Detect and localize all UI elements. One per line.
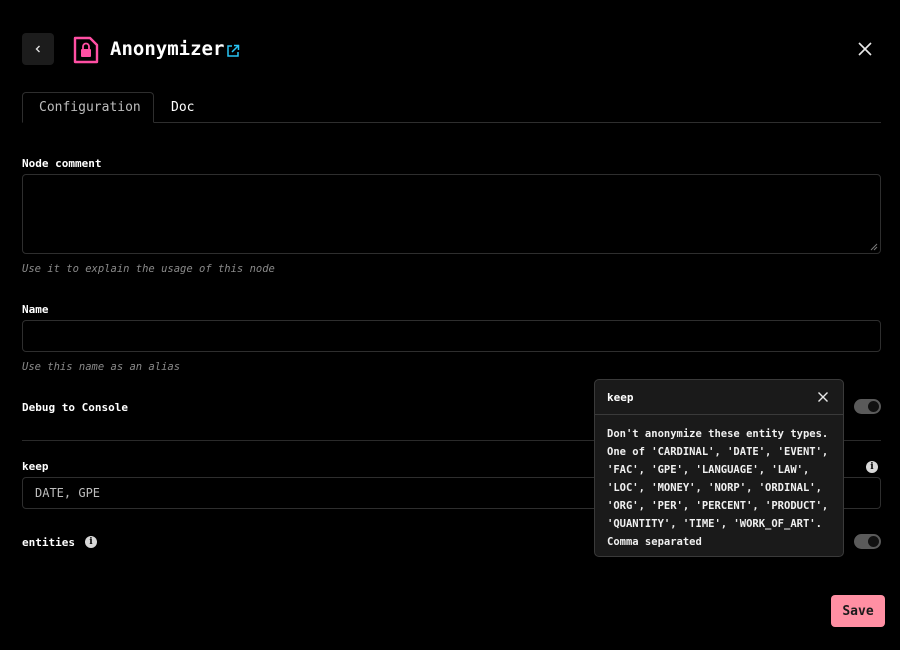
close-icon[interactable]: [856, 40, 874, 58]
save-button[interactable]: Save: [831, 595, 885, 627]
toggle-knob: [868, 536, 879, 547]
resize-handle-icon[interactable]: [870, 243, 878, 251]
tooltip-line: 'FAC', 'GPE', 'LANGUAGE', 'LAW',: [607, 464, 810, 476]
name-input[interactable]: [22, 320, 881, 352]
info-icon[interactable]: i: [866, 461, 878, 473]
tab-bar: Configuration Doc: [22, 92, 881, 123]
node-comment-label: Node comment: [22, 157, 102, 170]
tab-doc[interactable]: Doc: [155, 92, 210, 123]
node-comment-textarea[interactable]: [22, 174, 881, 254]
keep-label: keep: [22, 460, 49, 473]
debug-label: Debug to Console: [22, 401, 128, 414]
chevron-left-icon: [35, 45, 40, 53]
toggle-knob: [868, 401, 879, 412]
name-label: Name: [22, 303, 49, 316]
tooltip-body: Don't anonymize these entity types. One …: [595, 415, 843, 561]
entities-label: entities: [22, 536, 75, 549]
tooltip-line: Don't anonymize these entity types.: [607, 428, 829, 440]
tooltip-line: One of 'CARDINAL', 'DATE', 'EVENT',: [607, 446, 829, 458]
page-title: Anonymizer: [110, 38, 225, 60]
external-link-icon[interactable]: [226, 44, 240, 58]
tooltip-line: Comma separated: [607, 536, 702, 548]
back-button[interactable]: [22, 33, 54, 65]
tooltip-header: keep: [595, 380, 843, 415]
tooltip-line: 'ORG', 'PER', 'PERCENT', 'PRODUCT',: [607, 500, 829, 512]
name-hint: Use this name as an alias: [22, 361, 181, 373]
info-icon[interactable]: i: [85, 536, 97, 548]
tooltip-title: keep: [607, 390, 634, 404]
lock-document-icon: [73, 36, 99, 64]
debug-toggle[interactable]: [854, 399, 881, 414]
tooltip-line: 'QUANTITY', 'TIME', 'WORK_OF_ART'.: [607, 518, 822, 530]
tooltip-line: 'LOC', 'MONEY', 'NORP', 'ORDINAL',: [607, 482, 822, 494]
keep-tooltip: keep Don't anonymize these entity types.…: [594, 379, 844, 557]
node-comment-hint: Use it to explain the usage of this node: [22, 263, 275, 275]
close-icon[interactable]: [817, 391, 829, 403]
entities-toggle[interactable]: [854, 534, 881, 549]
tab-configuration[interactable]: Configuration: [22, 92, 154, 123]
